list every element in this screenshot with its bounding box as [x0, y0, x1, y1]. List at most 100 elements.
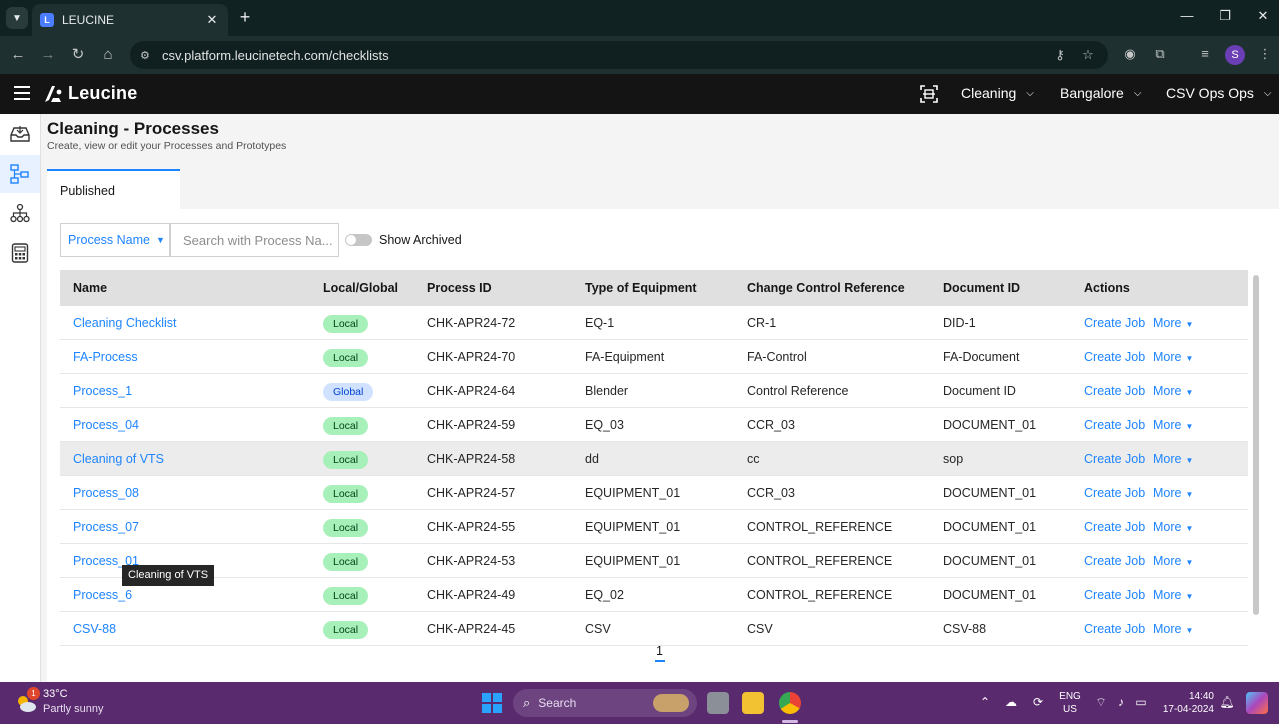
filter-field-dropdown[interactable]: Process Name ▼ [60, 223, 170, 257]
notification-bell-icon[interactable]: 🔔︎ [1219, 695, 1235, 709]
more-actions-dropdown[interactable]: More ▼ [1153, 520, 1193, 534]
search-input[interactable] [183, 232, 333, 248]
table-row[interactable]: Process_1 Global CHK-APR24-64 Blender Contro… [60, 374, 1248, 408]
show-archived-toggle[interactable] [345, 234, 372, 246]
site-info-icon[interactable]: ⚙ [140, 49, 156, 62]
column-header-change-control[interactable]: Change Control Reference [747, 281, 905, 295]
process-name-link[interactable]: Process_1 [73, 384, 132, 398]
restore-window-icon[interactable]: ❐ [1215, 8, 1235, 24]
bookmark-star-icon[interactable]: ☆ [1078, 41, 1098, 69]
search-box[interactable] [170, 223, 339, 257]
more-actions-dropdown[interactable]: More ▼ [1153, 588, 1193, 602]
change-control-reference: CSV [747, 622, 773, 636]
new-tab-button[interactable]: + [236, 8, 254, 26]
more-actions-dropdown[interactable]: More ▼ [1153, 418, 1193, 432]
reload-icon[interactable]: ↻ [67, 44, 89, 66]
close-window-icon[interactable]: ✕ [1253, 8, 1273, 24]
scan-qr-icon[interactable] [920, 85, 938, 103]
nav-reports[interactable] [0, 234, 40, 272]
chrome-icon[interactable] [779, 692, 801, 714]
onedrive-cloud-icon[interactable]: ☁ [1002, 695, 1020, 709]
create-job-link[interactable]: Create Job [1084, 350, 1145, 364]
task-view-icon[interactable] [707, 692, 729, 714]
nav-ontology[interactable] [0, 194, 40, 232]
table-row[interactable]: CSV-88 Local CHK-APR24-45 CSV CSV CSV-88 Creat… [60, 612, 1248, 646]
process-name-link[interactable]: FA-Process [73, 350, 138, 364]
create-job-link[interactable]: Create Job [1084, 452, 1145, 466]
wifi-icon[interactable]: ⌔ [1093, 695, 1109, 710]
forward-arrow-icon[interactable]: → [37, 44, 59, 66]
windows-start-icon[interactable] [482, 693, 502, 713]
tray-overflow-chevron-icon[interactable]: ⌃ [978, 695, 992, 709]
more-actions-dropdown[interactable]: More ▼ [1153, 622, 1193, 636]
site-dropdown[interactable]: Bangalore ⌵ [1060, 85, 1141, 101]
back-arrow-icon[interactable]: ← [7, 44, 29, 66]
process-name-link[interactable]: Process_08 [73, 486, 139, 500]
file-explorer-icon[interactable] [742, 692, 764, 714]
browser-tab[interactable]: L LEUCINE ✕ [32, 4, 228, 36]
column-header-process-id[interactable]: Process ID [427, 281, 492, 295]
table-row[interactable]: Process_04 Local CHK-APR24-59 EQ_03 CCR_03 DO… [60, 408, 1248, 442]
create-job-link[interactable]: Create Job [1084, 588, 1145, 602]
pagination-page-number[interactable]: 1 [656, 644, 663, 658]
create-job-link[interactable]: Create Job [1084, 316, 1145, 330]
input-language-indicator[interactable]: ENG US [1058, 690, 1082, 716]
process-name-link[interactable]: Process_07 [73, 520, 139, 534]
camera-extension-icon[interactable]: ◉ [1120, 46, 1140, 62]
address-url[interactable]: csv.platform.leucinetech.com/checklists [162, 48, 389, 63]
weather-condition[interactable]: Partly sunny [43, 703, 104, 715]
taskbar-search[interactable]: ⌕ Search [513, 689, 697, 717]
profile-avatar[interactable]: S [1225, 45, 1245, 65]
column-header-equipment[interactable]: Type of Equipment [585, 281, 697, 295]
minimize-window-icon[interactable]: — [1177, 8, 1197, 23]
user-dropdown[interactable]: CSV Ops Ops ⌵ [1166, 85, 1272, 101]
create-job-link[interactable]: Create Job [1084, 554, 1145, 568]
more-actions-dropdown[interactable]: More ▼ [1153, 554, 1193, 568]
hamburger-menu-icon[interactable] [14, 86, 30, 100]
address-bar[interactable]: ⚙ csv.platform.leucinetech.com/checklist… [130, 41, 1108, 69]
create-job-link[interactable]: Create Job [1084, 520, 1145, 534]
password-key-icon[interactable]: ⚷ [1050, 41, 1070, 69]
process-name-link[interactable]: Process_6 [73, 588, 132, 602]
more-actions-dropdown[interactable]: More ▼ [1153, 486, 1193, 500]
table-row[interactable]: Process_6 Local CHK-APR24-49 EQ_02 CONTROL_R… [60, 578, 1248, 612]
close-tab-icon[interactable]: ✕ [204, 12, 220, 28]
create-job-link[interactable]: Create Job [1084, 486, 1145, 500]
create-job-link[interactable]: Create Job [1084, 622, 1145, 636]
table-row[interactable]: Process_08 Local CHK-APR24-57 EQUIPMENT_01 C… [60, 476, 1248, 510]
system-clock[interactable]: 14:40 17-04-2024 [1160, 690, 1214, 716]
table-row[interactable]: FA-Process Local CHK-APR24-70 FA-Equipment F… [60, 340, 1248, 374]
nav-inbox[interactable] [0, 115, 40, 153]
weather-temperature[interactable]: 33°C [43, 688, 68, 700]
table-row[interactable]: Cleaning Checklist Local CHK-APR24-72 EQ-1 C… [60, 306, 1248, 340]
column-header-name[interactable]: Name [73, 281, 107, 295]
create-job-link[interactable]: Create Job [1084, 418, 1145, 432]
tab-search-chevron-icon[interactable]: ▼ [6, 7, 28, 29]
home-icon[interactable]: ⌂ [97, 44, 119, 66]
more-actions-dropdown[interactable]: More ▼ [1153, 384, 1193, 398]
nav-processes[interactable] [0, 155, 40, 193]
process-name-link[interactable]: Process_04 [73, 418, 139, 432]
battery-icon[interactable]: ▭ [1133, 695, 1149, 709]
volume-icon[interactable]: ♪ [1113, 695, 1129, 709]
facility-dropdown[interactable]: Cleaning ⌵ [961, 85, 1034, 101]
create-job-link[interactable]: Create Job [1084, 384, 1145, 398]
process-name-link[interactable]: Cleaning of VTS [73, 452, 164, 466]
table-row[interactable]: Process_07 Local CHK-APR24-55 EQUIPMENT_01 C… [60, 510, 1248, 544]
table-row[interactable]: Cleaning of VTS Local CHK-APR24-58 dd cc sop C… [60, 442, 1248, 476]
extensions-puzzle-icon[interactable]: ⧉ [1150, 46, 1170, 62]
more-actions-dropdown[interactable]: More ▼ [1153, 316, 1193, 330]
more-actions-dropdown[interactable]: More ▼ [1153, 452, 1193, 466]
table-scrollbar[interactable] [1253, 275, 1259, 615]
tab-published[interactable]: Published [47, 169, 180, 209]
column-header-document-id[interactable]: Document ID [943, 281, 1020, 295]
table-row[interactable]: Process_01 Local CHK-APR24-53 EQUIPMENT_01 C… [60, 544, 1248, 578]
process-name-link[interactable]: CSV-88 [73, 622, 116, 636]
more-actions-dropdown[interactable]: More ▼ [1153, 350, 1193, 364]
copilot-icon[interactable] [1246, 692, 1268, 714]
reading-list-icon[interactable]: ≡ [1195, 46, 1215, 61]
process-name-link[interactable]: Cleaning Checklist [73, 316, 177, 330]
browser-menu-icon[interactable]: ⋮ [1255, 46, 1275, 62]
column-header-local-global[interactable]: Local/Global [323, 281, 398, 295]
sync-icon[interactable]: ⟳ [1030, 695, 1046, 709]
